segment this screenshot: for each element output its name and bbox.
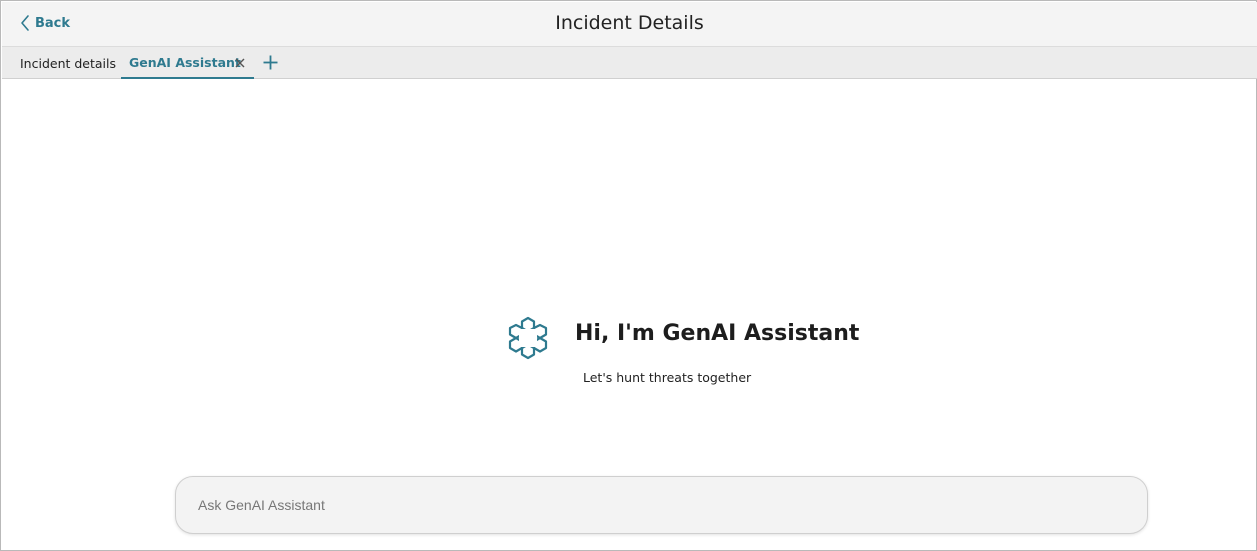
plus-icon[interactable]: [262, 54, 279, 71]
close-icon[interactable]: [233, 56, 247, 70]
ask-assistant-input[interactable]: [175, 476, 1148, 534]
app-window: Back Incident Details Incident details G…: [0, 0, 1257, 551]
welcome-title: Hi, I'm GenAI Assistant: [575, 321, 860, 346]
page-title: Incident Details: [555, 12, 704, 34]
header-bar: Back Incident Details: [2, 2, 1257, 46]
tab-genai-assistant[interactable]: GenAI Assistant: [121, 47, 254, 79]
tab-bar: Incident details GenAI Assistant: [2, 46, 1257, 79]
tab-label: Incident details: [20, 55, 117, 71]
tab-incident-details[interactable]: Incident details: [20, 47, 116, 79]
tab-label: GenAI Assistant: [129, 54, 241, 70]
genai-assistant-icon: [508, 316, 548, 360]
welcome-subtitle: Let's hunt threats together: [583, 370, 752, 385]
